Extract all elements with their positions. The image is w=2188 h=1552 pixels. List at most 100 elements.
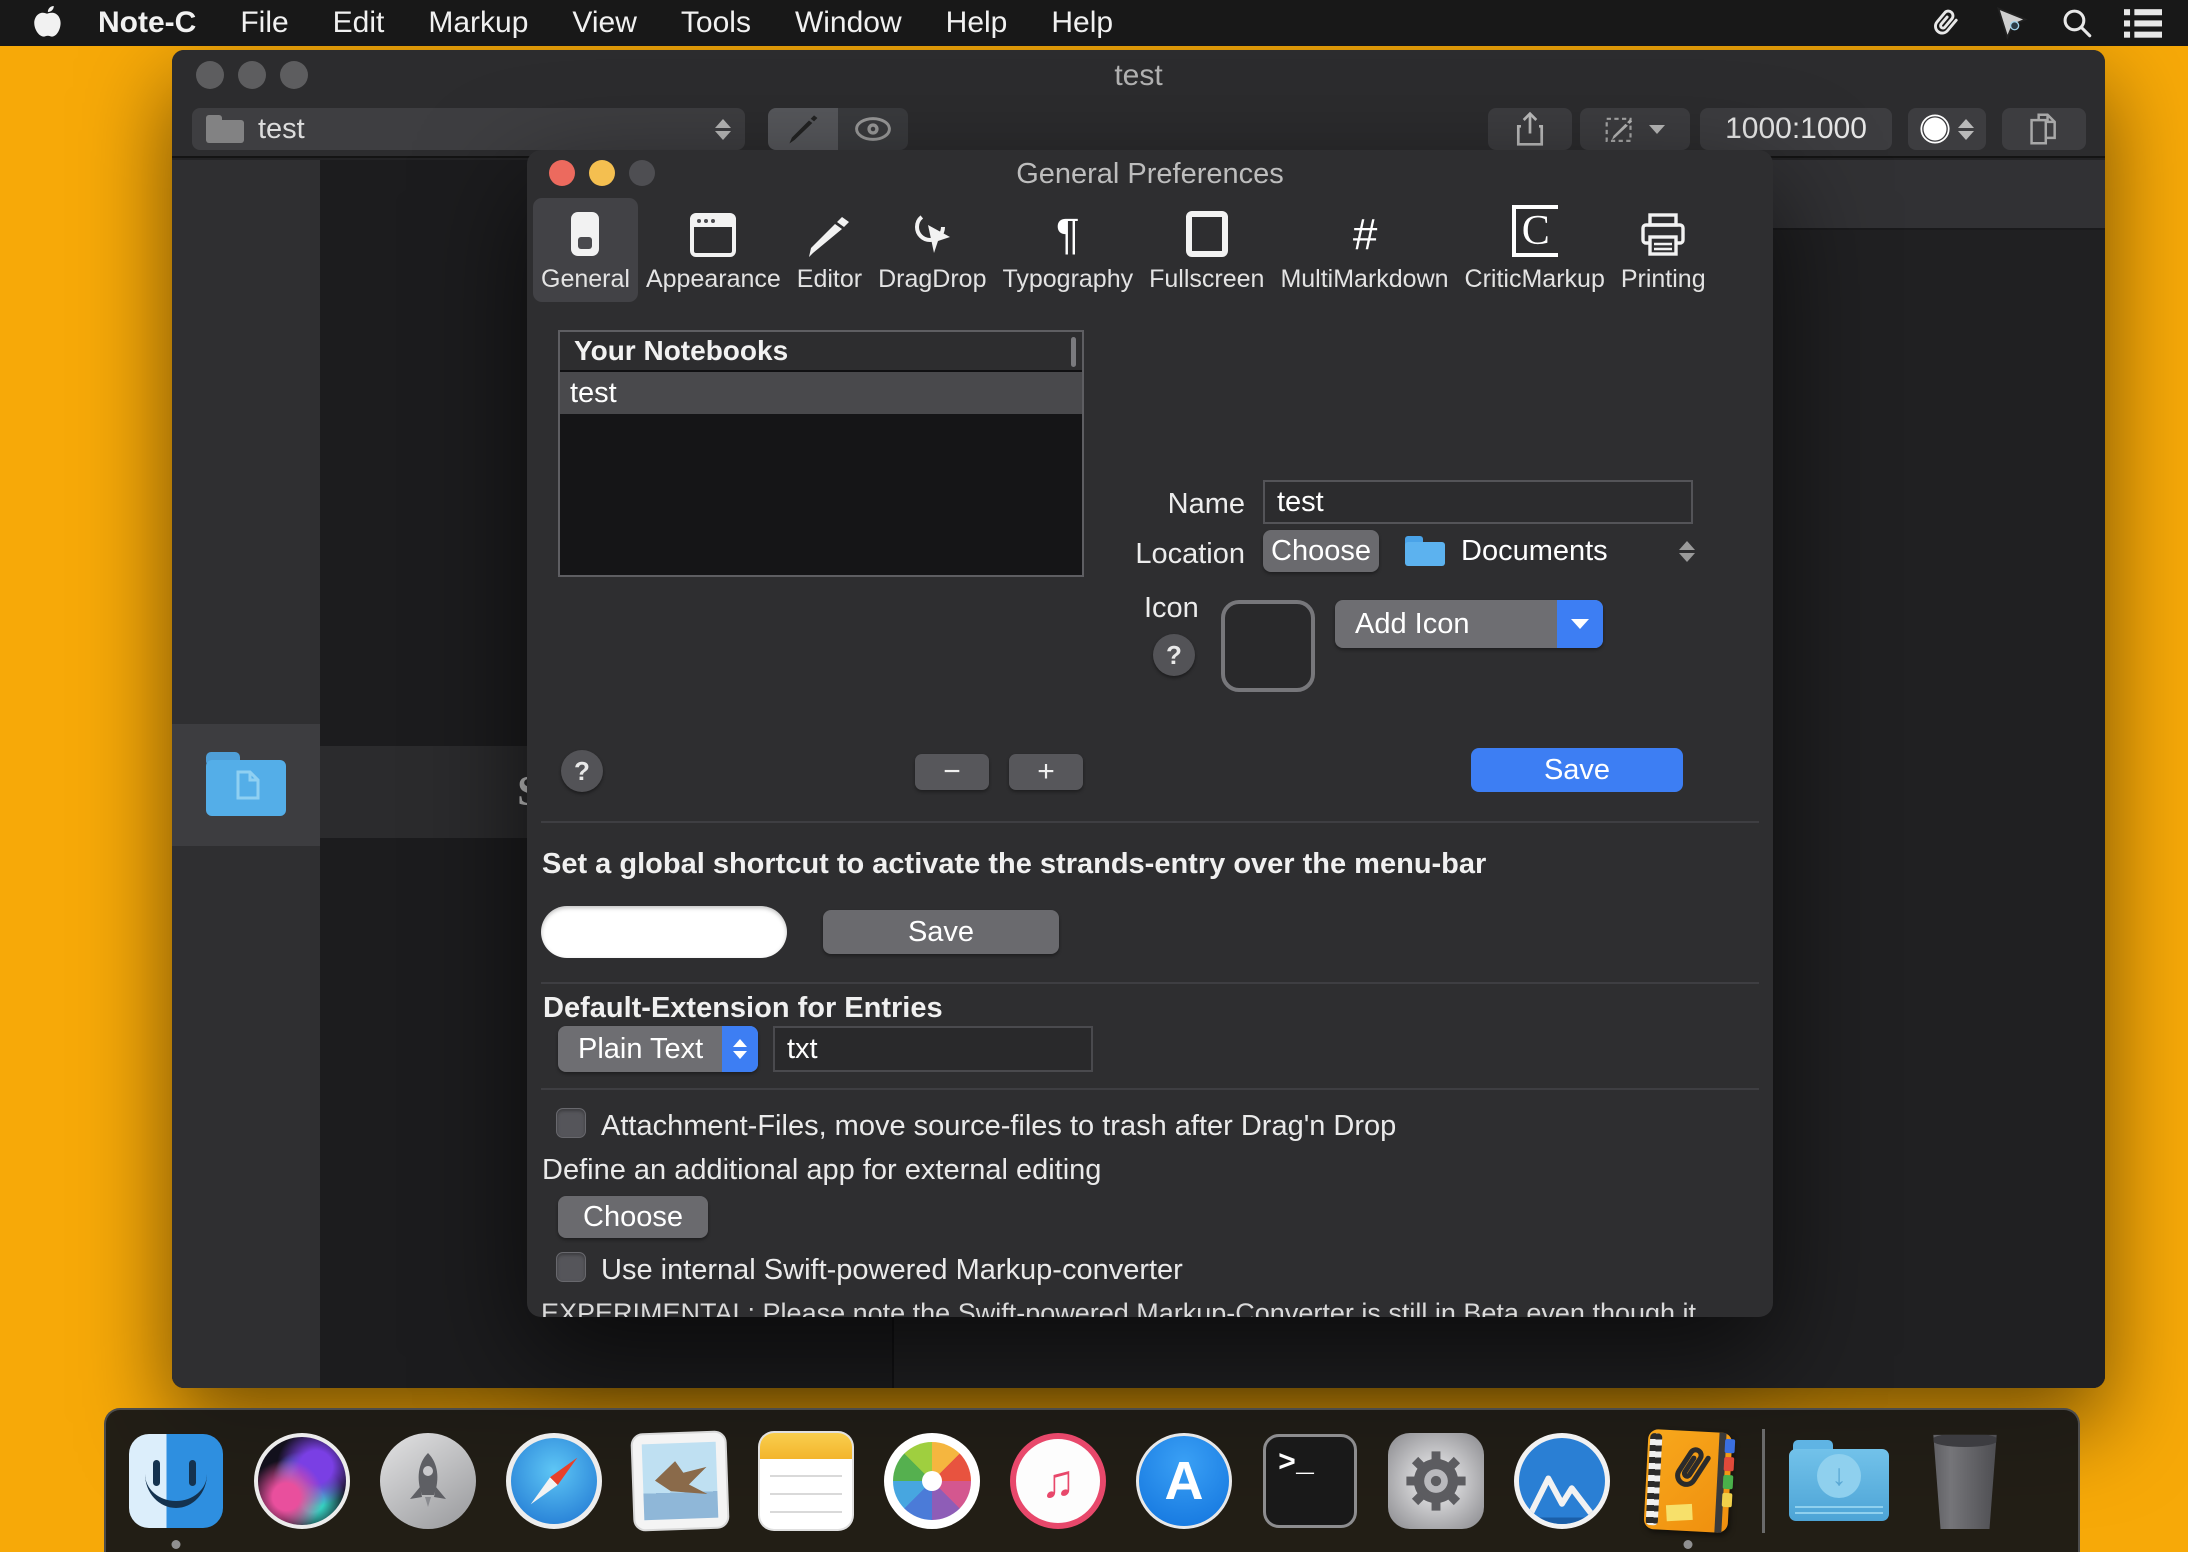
format-dropdown[interactable]: Plain Text: [558, 1026, 758, 1072]
dock-notes[interactable]: [754, 1429, 858, 1533]
dock: ♫ A >_: [104, 1408, 2080, 1552]
tab-printing[interactable]: Printing: [1613, 198, 1714, 302]
extension-field[interactable]: txt: [773, 1026, 1093, 1072]
dock-app-cleaner[interactable]: [1510, 1429, 1614, 1533]
critic-bracket-icon: C: [1512, 209, 1558, 257]
notebooks-list-box: Your Notebooks test: [558, 330, 1084, 577]
external-app-choose-button[interactable]: Choose: [558, 1196, 708, 1238]
itunes-icon: ♫: [1010, 1433, 1106, 1529]
window-icon: [690, 209, 736, 257]
menu-file[interactable]: File: [240, 6, 288, 40]
section-divider: [541, 1088, 1759, 1090]
markup-edit-button[interactable]: [1580, 108, 1690, 150]
notebook-selector[interactable]: test: [192, 108, 745, 150]
edit-preview-segmented: [768, 108, 908, 150]
tab-general[interactable]: General: [533, 198, 638, 302]
dock-note-c[interactable]: [1636, 1429, 1740, 1533]
scrollbar[interactable]: [1071, 337, 1076, 367]
dialog-title-bar[interactable]: General Preferences: [527, 150, 1773, 196]
dock-launchpad[interactable]: [376, 1429, 480, 1533]
location-select[interactable]: Documents: [1405, 530, 1695, 572]
remove-notebook-button[interactable]: −: [915, 754, 989, 790]
notebook-folder-cell[interactable]: [172, 724, 320, 846]
tab-dragdrop[interactable]: DragDrop: [870, 198, 994, 302]
notebook-selector-value: test: [258, 113, 715, 146]
location-choose-button[interactable]: Choose: [1263, 530, 1379, 572]
converter-checkbox-label: Use internal Swift-powered Markup-conver…: [601, 1254, 1183, 1287]
pencil-icon: [807, 209, 851, 257]
menu-window[interactable]: Window: [795, 6, 902, 40]
menu-help-1[interactable]: Help: [946, 6, 1008, 40]
dock-mail[interactable]: [628, 1429, 732, 1533]
trash-icon: [1929, 1433, 2001, 1529]
add-notebook-button[interactable]: +: [1009, 754, 1083, 790]
notebooks-help-button[interactable]: ?: [561, 750, 603, 792]
list-icon[interactable]: [2122, 5, 2164, 41]
section-divider: [541, 982, 1759, 984]
tab-editor[interactable]: Editor: [789, 198, 870, 302]
share-button[interactable]: [1488, 108, 1572, 150]
edit-mode-button[interactable]: [768, 108, 838, 150]
window-title-bar[interactable]: test: [172, 50, 2105, 100]
mail-icon: [632, 1432, 727, 1529]
notebook-save-button[interactable]: Save: [1471, 748, 1683, 792]
terminal-icon: >_: [1263, 1434, 1357, 1528]
ratio-button[interactable]: 1000:1000: [1700, 108, 1892, 150]
dock-finder[interactable]: [124, 1429, 228, 1533]
siri-icon: [254, 1433, 350, 1529]
dock-photos[interactable]: [880, 1429, 984, 1533]
menu-bar: Note-C File Edit Markup View Tools Windo…: [0, 0, 2188, 46]
dock-app-store[interactable]: A: [1132, 1429, 1236, 1533]
downloads-folder-icon: ↓: [1789, 1440, 1889, 1522]
dock-safari[interactable]: [502, 1429, 606, 1533]
dock-terminal[interactable]: >_: [1258, 1429, 1362, 1533]
app-store-icon: A: [1136, 1433, 1232, 1529]
icon-preview-box[interactable]: [1221, 600, 1315, 692]
search-icon[interactable]: [2056, 5, 2098, 41]
notebook-row-test[interactable]: test: [560, 372, 1082, 414]
tab-criticmarkup[interactable]: C CriticMarkup: [1457, 198, 1613, 302]
add-icon-dropdown[interactable]: Add Icon: [1335, 600, 1603, 648]
shortcut-section-title: Set a global shortcut to activate the st…: [542, 848, 1486, 881]
window-title: test: [172, 59, 2105, 93]
attachment-checkbox[interactable]: [556, 1108, 586, 1138]
folder-icon: [206, 115, 244, 143]
cursor-icon[interactable]: [1990, 5, 2032, 41]
attachment-icon[interactable]: [1924, 5, 1966, 41]
menu-view[interactable]: View: [572, 6, 636, 40]
copy-button[interactable]: [2002, 108, 2086, 150]
dock-system-preferences[interactable]: [1384, 1429, 1488, 1533]
click-cursor-icon: [910, 209, 954, 257]
gear-icon: [1388, 1433, 1484, 1529]
pilcrow-icon: ¶: [1056, 209, 1080, 257]
shortcut-recorder-field[interactable]: [541, 906, 787, 958]
converter-checkbox[interactable]: [556, 1252, 586, 1282]
notebook-folder-icon: [202, 750, 290, 820]
tab-multimarkdown[interactable]: # MultiMarkdown: [1272, 198, 1456, 302]
dock-itunes[interactable]: ♫: [1006, 1429, 1110, 1533]
dock-siri[interactable]: [250, 1429, 354, 1533]
chevron-down-icon: [1649, 125, 1665, 134]
chevron-updown-icon: [722, 1026, 758, 1072]
menu-app-name[interactable]: Note-C: [98, 6, 196, 40]
name-field[interactable]: test: [1263, 480, 1693, 524]
menu-edit[interactable]: Edit: [333, 6, 385, 40]
contrast-stepper[interactable]: [1908, 108, 1986, 150]
preview-mode-button[interactable]: [838, 108, 908, 150]
apple-menu[interactable]: [30, 3, 64, 43]
menu-tools[interactable]: Tools: [681, 6, 751, 40]
safari-icon: [506, 1433, 602, 1529]
menu-help-2[interactable]: Help: [1051, 6, 1113, 40]
icon-help-button[interactable]: ?: [1153, 634, 1195, 676]
tab-fullscreen[interactable]: Fullscreen: [1141, 198, 1272, 302]
notes-icon: [760, 1433, 852, 1529]
shortcut-save-button[interactable]: Save: [823, 910, 1059, 954]
tab-appearance[interactable]: Appearance: [638, 198, 789, 302]
mountain-app-icon: [1514, 1433, 1610, 1529]
section-divider: [541, 821, 1759, 823]
chevron-updown-icon: [1679, 541, 1695, 562]
dock-trash[interactable]: [1913, 1429, 2017, 1533]
menu-markup[interactable]: Markup: [428, 6, 528, 40]
dock-downloads[interactable]: ↓: [1787, 1429, 1891, 1533]
tab-typography[interactable]: ¶ Typography: [994, 198, 1141, 302]
